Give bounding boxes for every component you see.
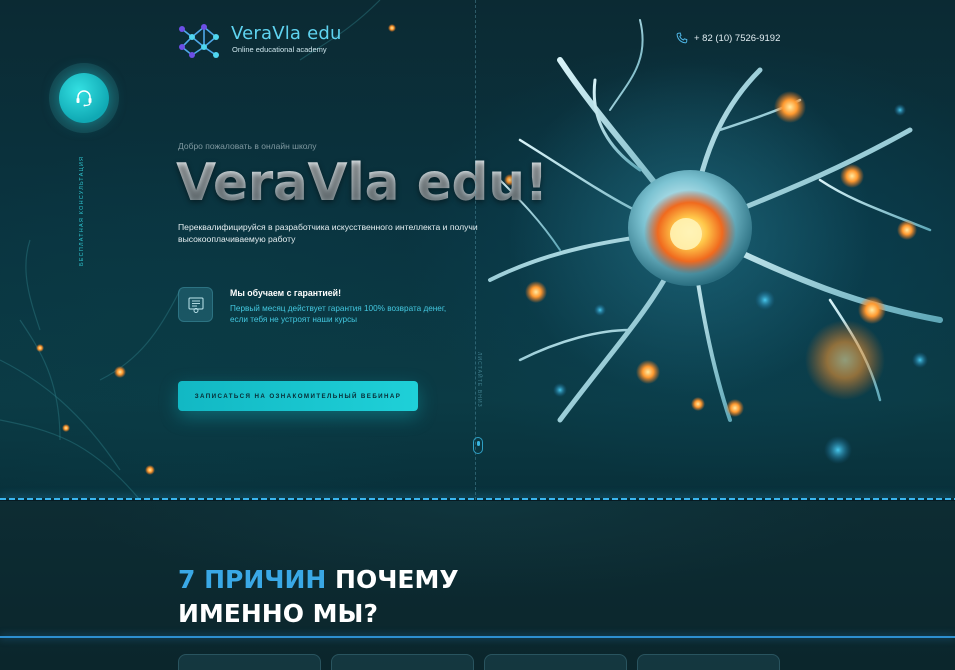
- reason-card-3: [484, 654, 627, 670]
- reasons-title-accent: 7 ПРИЧИН: [178, 565, 327, 594]
- reasons-divider: [0, 636, 955, 638]
- logo-subtitle: Online educational academy: [232, 45, 327, 54]
- reasons-section: [0, 501, 955, 670]
- neural-network-logo-icon: [179, 24, 219, 58]
- logo-title: VeraVla edu: [231, 23, 342, 44]
- center-divider: [475, 0, 476, 500]
- headset-icon: [76, 90, 92, 107]
- hero-title: VeraVla edu!: [176, 148, 548, 218]
- hero-subtitle: Переквалифицируйся в разработчика искусс…: [178, 222, 478, 244]
- hero-bottom-border: [0, 498, 955, 500]
- hero-section: VeraVla edu Online educational academy +…: [0, 0, 955, 500]
- phone-number: + 82 (10) 7526-9192: [694, 32, 781, 44]
- webinar-signup-button[interactable]: Записаться на ознакомительный вебинар: [178, 381, 418, 411]
- guarantee-title: Мы обучаем с гарантией!: [230, 288, 342, 298]
- neuron-illustration: [0, 0, 943, 500]
- reasons-title-line2: ИМЕННО МЫ?: [178, 599, 378, 628]
- phone-icon: [676, 32, 688, 44]
- reasons-title-rest: ПОЧЕМУ: [326, 565, 459, 594]
- reason-card-2: [331, 654, 474, 670]
- phone-link[interactable]: + 82 (10) 7526-9192: [676, 31, 780, 45]
- mouse-wheel-dot: [476, 441, 480, 446]
- reasons-title: 7 ПРИЧИН ПОЧЕМУ ИМЕННО МЫ?: [178, 563, 459, 631]
- reason-card-4: [637, 654, 780, 670]
- consult-button-circle: [59, 73, 109, 123]
- guarantee-badge: [178, 287, 213, 322]
- reason-card-1: [178, 654, 321, 670]
- certificate-icon: [188, 297, 203, 313]
- guarantee-text: Первый месяц действует гарантия 100% воз…: [230, 304, 447, 324]
- brand-logo[interactable]: VeraVla edu Online educational academy: [176, 17, 341, 65]
- free-consultation-label[interactable]: бесплатная консультация: [79, 146, 91, 266]
- scroll-down-label: листайте вниз: [476, 352, 482, 408]
- free-consultation-button[interactable]: [49, 63, 119, 133]
- mouse-scroll-icon[interactable]: [473, 437, 483, 454]
